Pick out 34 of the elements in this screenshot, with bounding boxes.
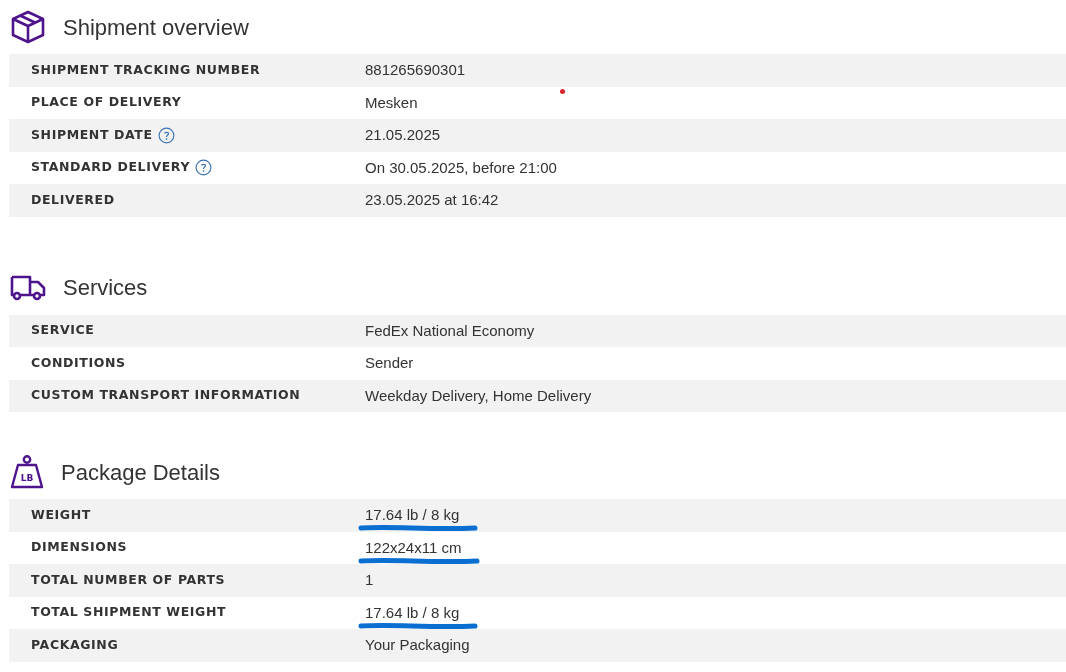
field-value: 122x24x11 cm [365, 537, 462, 558]
field-value: 881265690301 [365, 60, 466, 80]
section-title: Shipment overview [63, 13, 249, 42]
field-value: FedEx National Economy [365, 320, 535, 341]
field-label: TOTAL NUMBER OF PARTS [31, 570, 226, 589]
field-label: DELIVERED [31, 190, 115, 209]
field-label: STANDARD DELIVERY [31, 158, 191, 177]
field-label: SHIPMENT TRACKING NUMBER [31, 60, 261, 79]
field-label: SERVICE [31, 321, 95, 340]
field-label: PLACE OF DELIVERY [31, 93, 182, 112]
field-label: SHIPMENT DATE [31, 125, 153, 144]
field-value: 17.64 lb / 8 kg [365, 602, 460, 623]
field-label: CONDITIONS [31, 353, 126, 372]
field-value: Your Packaging [365, 635, 470, 655]
section-title: Package Details [61, 458, 220, 487]
field-value: 1 [365, 570, 374, 590]
field-label: DIMENSIONS [31, 538, 128, 557]
field-value: On 30.05.2025, before 21:00 [365, 157, 557, 178]
field-value: 21.05.2025 [365, 125, 441, 145]
field-value: 23.05.2025 at 16:42 [365, 190, 499, 210]
field-label: WEIGHT [31, 505, 91, 524]
field-value: 17.64 lb / 8 kg [365, 505, 460, 525]
help-icon[interactable] [157, 126, 175, 144]
section-title: Services [63, 274, 148, 302]
truck-icon [9, 273, 47, 302]
help-icon[interactable] [195, 159, 213, 177]
field-label: TOTAL SHIPMENT WEIGHT [31, 603, 227, 622]
dot-mark [560, 88, 565, 94]
box-icon [9, 9, 47, 45]
field-label: PACKAGING [31, 635, 119, 654]
field-value: Weekday Delivery, Home Delivery [365, 385, 592, 406]
field-value: Sender [365, 353, 414, 373]
field-label: CUSTOM TRANSPORT INFORMATION [31, 386, 301, 405]
field-value: Mesken [365, 92, 418, 113]
